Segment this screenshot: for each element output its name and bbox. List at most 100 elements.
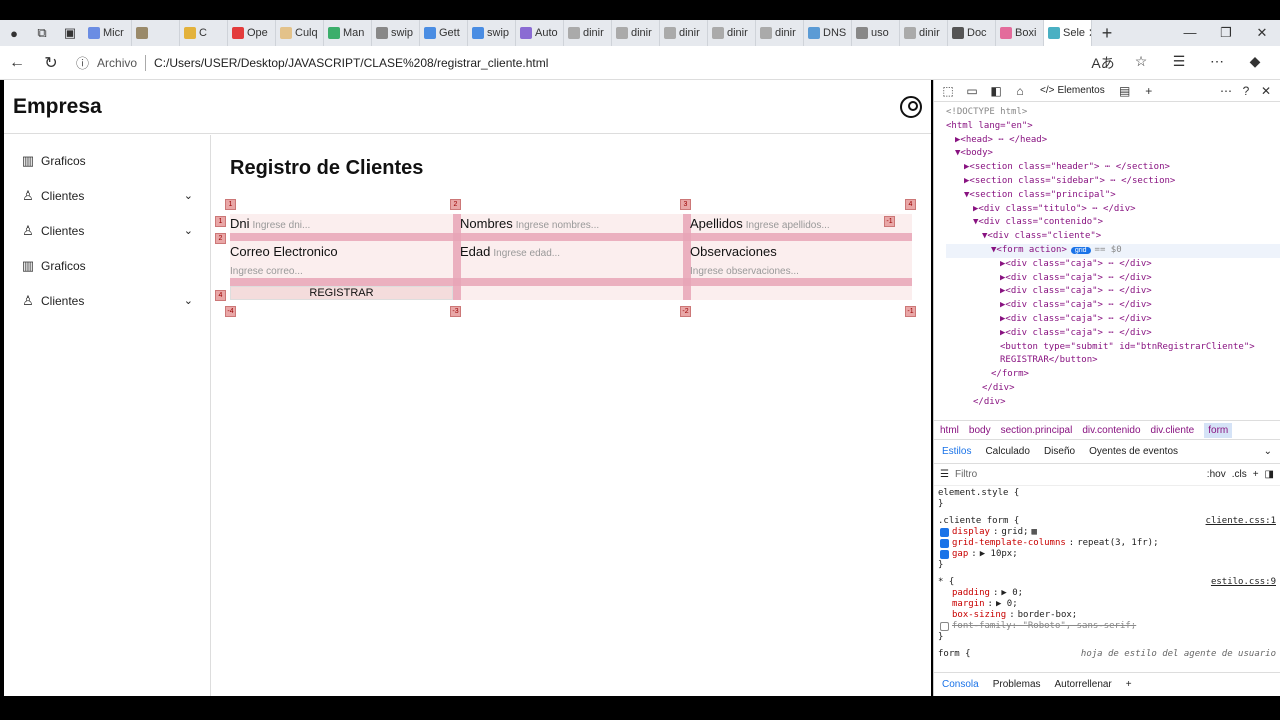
property-disabled[interactable]: font-family: "Roboto", sans-serif;: [952, 621, 1136, 632]
inspect-icon[interactable]: ⬚: [938, 84, 958, 98]
address-bar[interactable]: ⓘ Archivo C:/Users/USER/Desktop/JAVASCRI…: [76, 50, 1086, 76]
styles-tab[interactable]: Diseño: [1044, 446, 1075, 457]
browser-tab[interactable]: Gett: [420, 20, 468, 46]
dom-node[interactable]: </form>: [946, 368, 1280, 382]
dom-node[interactable]: ▶<section class="sidebar"> ⋯ </section>: [946, 175, 1280, 189]
property-value[interactable]: ▶ 0;: [996, 599, 1018, 610]
browser-tab[interactable]: C: [180, 20, 228, 46]
dom-node[interactable]: ▼<form action> grid == $0: [946, 243, 1280, 258]
dom-node[interactable]: <!DOCTYPE html>: [946, 106, 1280, 120]
restore-icon[interactable]: ❐: [1208, 25, 1244, 41]
dom-node[interactable]: <html lang="en">: [946, 120, 1280, 134]
drawer-tab[interactable]: Problemas: [993, 679, 1041, 690]
browser-tab[interactable]: Boxi: [996, 20, 1044, 46]
property-name[interactable]: margin: [952, 599, 985, 610]
property-name[interactable]: box-sizing: [952, 610, 1006, 621]
browser-tab[interactable]: Doc: [948, 20, 996, 46]
breadcrumb-item[interactable]: section.principal: [1001, 425, 1073, 436]
browser-tab[interactable]: Auto: [516, 20, 564, 46]
user-icon[interactable]: [900, 95, 922, 118]
dom-node[interactable]: ▶<div class="caja"> ⋯ </div>: [946, 313, 1280, 327]
property-name[interactable]: gap: [952, 549, 968, 560]
hov-toggle[interactable]: :hov: [1207, 469, 1226, 480]
close-window-icon[interactable]: ✕: [1244, 25, 1280, 41]
browser-tab[interactable]: DNS: [804, 20, 852, 46]
tab-actions-icon[interactable]: ▣: [56, 20, 84, 46]
sidebar-item-clientes[interactable]: ♙ Clientes ⌄: [4, 213, 210, 248]
browser-tab[interactable]: dinir: [564, 20, 612, 46]
close-devtools-icon[interactable]: ✕: [1256, 84, 1276, 98]
breadcrumb-item[interactable]: html: [940, 425, 959, 436]
device-icon[interactable]: ▭: [962, 84, 982, 98]
browser-tab[interactable]: dinir: [660, 20, 708, 46]
new-tab-button[interactable]: +: [1092, 23, 1122, 44]
dom-node[interactable]: ▶<div class="caja"> ⋯ </div>: [946, 327, 1280, 341]
dom-node[interactable]: ▶<div class="caja"> ⋯ </div>: [946, 299, 1280, 313]
back-icon[interactable]: ←: [0, 54, 34, 72]
property-checkbox[interactable]: [940, 539, 949, 548]
dock-icon[interactable]: ◧: [986, 84, 1006, 98]
browser-tab[interactable]: dinir: [708, 20, 756, 46]
sidebar-item-graficos[interactable]: ▥ Graficos: [4, 248, 210, 283]
dom-node[interactable]: ▼<body>: [946, 147, 1280, 161]
favorite-star-icon[interactable]: ☆: [1124, 53, 1158, 73]
read-aloud-icon[interactable]: Aあ: [1086, 53, 1120, 73]
chevron-down-icon[interactable]: ⌄: [184, 224, 193, 237]
sidebar-item-clientes[interactable]: ♙ Clientes ⌄: [4, 283, 210, 318]
add-panel-icon[interactable]: +: [1139, 84, 1159, 98]
property-value[interactable]: ▶ 0;: [1001, 588, 1023, 599]
browser-tab[interactable]: dinir: [756, 20, 804, 46]
browser-tab[interactable]: uso: [852, 20, 900, 46]
breadcrumb-item[interactable]: div.cliente: [1151, 425, 1195, 436]
rule-selector[interactable]: * {: [938, 577, 954, 588]
rule-selector[interactable]: .cliente form {: [938, 516, 1019, 527]
sidebar-item-clientes[interactable]: ♙ Clientes ⌄: [4, 178, 210, 213]
copilot-icon[interactable]: ◆: [1238, 53, 1272, 73]
edad-input[interactable]: Ingrese edad...: [493, 248, 560, 259]
sidebar-item-graficos[interactable]: ▥ Graficos: [4, 143, 210, 178]
breadcrumb-item[interactable]: body: [969, 425, 991, 436]
profile-icon[interactable]: ●: [0, 20, 28, 46]
dom-node[interactable]: ▼<div class="contenido">: [946, 216, 1280, 230]
tab-elementos[interactable]: </> Elementos: [1034, 80, 1111, 102]
styles-tab[interactable]: Estilos: [942, 446, 971, 457]
browser-tab[interactable]: Culq: [276, 20, 324, 46]
computed-toggle-icon[interactable]: ◨: [1265, 469, 1274, 480]
breadcrumb-item[interactable]: div.contenido: [1082, 425, 1140, 436]
chevron-down-icon[interactable]: ⌄: [184, 294, 193, 307]
new-rule-icon[interactable]: +: [1253, 469, 1259, 480]
nombres-input[interactable]: Ingrese nombres...: [516, 220, 599, 231]
source-link[interactable]: cliente.css:1: [1206, 516, 1276, 527]
browser-tab[interactable]: [132, 20, 180, 46]
dom-node[interactable]: </div>: [946, 396, 1280, 410]
home-icon[interactable]: ⌂: [1010, 84, 1030, 98]
help-icon[interactable]: ?: [1236, 84, 1256, 98]
grid-editor-icon[interactable]: ▦: [1031, 527, 1036, 538]
dom-node[interactable]: </div>: [946, 382, 1280, 396]
grid-badge[interactable]: grid: [1070, 246, 1091, 254]
browser-tab[interactable]: Man: [324, 20, 372, 46]
property-checkbox[interactable]: [940, 622, 949, 631]
property-name[interactable]: padding: [952, 588, 990, 599]
drawer-tab[interactable]: Consola: [942, 679, 979, 690]
register-button[interactable]: REGISTRAR: [230, 286, 453, 300]
styles-tab[interactable]: Oyentes de eventos: [1089, 446, 1178, 457]
observaciones-input[interactable]: Ingrese observaciones...: [690, 266, 799, 277]
dom-node[interactable]: ▶<div class="caja"> ⋯ </div>: [946, 258, 1280, 272]
add-drawer-tab-icon[interactable]: +: [1126, 679, 1132, 690]
filter-input[interactable]: Filtro: [955, 469, 1201, 480]
property-name[interactable]: grid-template-columns: [952, 538, 1066, 549]
rule-selector[interactable]: form {: [938, 649, 971, 660]
dni-input[interactable]: Ingrese dni...: [253, 220, 311, 231]
cls-toggle[interactable]: .cls: [1232, 469, 1247, 480]
apellidos-input[interactable]: Ingrese apellidos...: [746, 220, 830, 231]
sources-icon[interactable]: ▤: [1115, 84, 1135, 98]
property-value[interactable]: border-box;: [1018, 610, 1078, 621]
url-text[interactable]: C:/Users/USER/Desktop/JAVASCRIPT/CLASE%2…: [154, 56, 548, 70]
dom-node[interactable]: ▶<head> ⋯ </head>: [946, 134, 1280, 148]
chevron-down-icon[interactable]: ⌄: [1264, 446, 1272, 457]
workspaces-icon[interactable]: ⧉: [28, 20, 56, 46]
correo-input[interactable]: Ingrese correo...: [230, 266, 303, 277]
dom-node[interactable]: ▶<div class="caja"> ⋯ </div>: [946, 272, 1280, 286]
dom-node[interactable]: ▶<div class="caja"> ⋯ </div>: [946, 285, 1280, 299]
